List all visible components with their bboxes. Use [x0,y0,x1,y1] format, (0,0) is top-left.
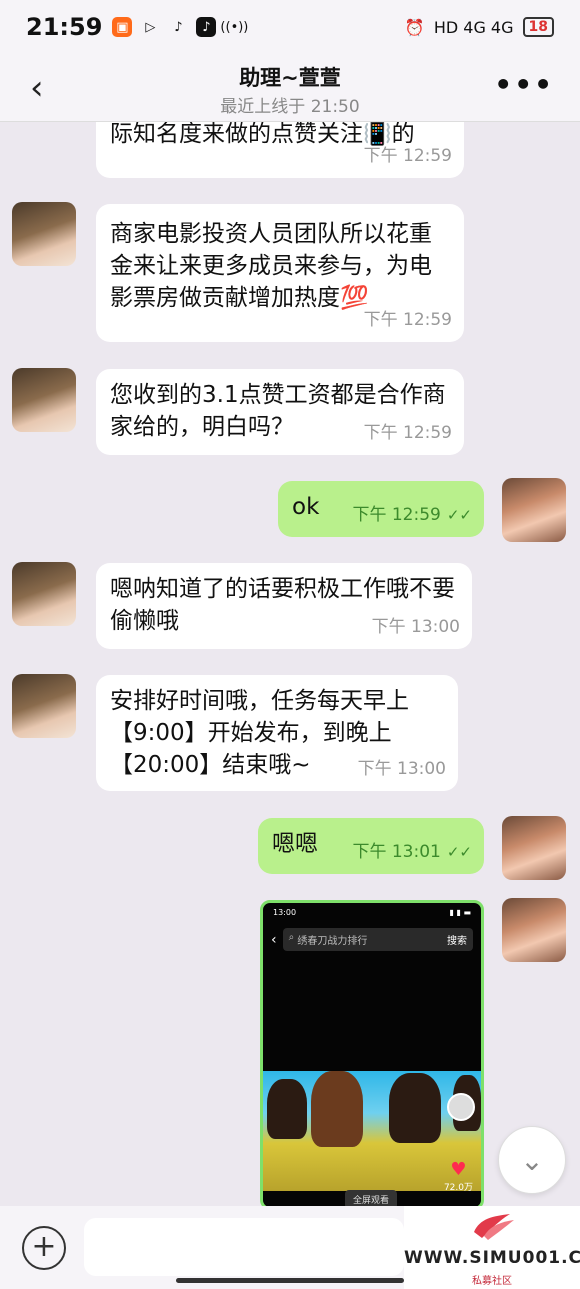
video-status-icons: ▮ ▮ ▬ [449,908,471,917]
search-icon: ⌕ [288,932,298,943]
heart-icon: ♥ [450,1159,467,1180]
status-time: 21:59 [26,13,103,41]
contact-avatar[interactable] [12,674,76,738]
chat-area: 际知名度来做的点赞关注📳的 下午 12:59 商家电影投资人员团队所以花重金来让… [0,0,580,1289]
more-icon[interactable]: ••• [494,68,554,101]
play-app-icon: ▷ [145,19,156,35]
message-input[interactable] [84,1218,404,1276]
message-time: 下午 13:01 ✓✓ [352,836,472,868]
video-search-text: 绣春刀战力排行 [297,936,368,947]
message-time-text: 下午 13:01 [352,842,441,862]
status-bar: 21:59 ▣ ▷ ♪ ♪ ((•)) ⏰ HD 4G 4G 18 [0,0,580,54]
user-avatar[interactable] [502,898,566,962]
contact-avatar[interactable] [12,368,76,432]
plus-icon[interactable]: + [22,1226,66,1270]
contact-avatar[interactable] [12,562,76,626]
tiktok-app-icon: ♪ [196,17,217,37]
horse-shape [389,1073,441,1143]
watermark-name: 私募社区 [472,1276,512,1287]
message-bubble[interactable]: ok 下午 12:59 ✓✓ [278,481,484,537]
message-time-text: 下午 12:59 [352,505,441,525]
message-time: 下午 12:59 [363,310,452,330]
back-icon: ‹ [271,931,277,948]
user-avatar[interactable] [502,478,566,542]
video-search-button: 搜索 [447,936,467,947]
alarm-icon: ⏰ [404,17,425,37]
scroll-down-button[interactable]: ⌄ [498,1126,566,1194]
horse-shape [267,1079,307,1139]
message-text: 嗯嗯 [272,831,318,857]
message-text: 商家电影投资人员团队所以花重金来让来更多成员来参与，为电影票房做贡献增加热度💯 [110,221,432,311]
video-screenshot-message[interactable]: 13:00 ▮ ▮ ▬ ‹ ⌕ 绣春刀战力排行 搜索 ♥ 72.0万 全屏观看 [260,900,484,1210]
video-likes-count: 72.0万 [443,1183,473,1193]
chevron-down-icon: ⌄ [520,1143,544,1177]
shopping-app-icon: ▣ [112,17,133,37]
message-bubble[interactable]: 安排好时间哦，任务每天早上【9:00】开始发布，到晚上【20:00】结束哦~ 下… [96,675,458,791]
message-bubble[interactable]: 商家电影投资人员团队所以花重金来让来更多成员来参与，为电影票房做贡献增加热度💯 … [96,204,464,342]
read-ticks-icon: ✓✓ [446,506,472,524]
message-time: 下午 13:00 [371,617,460,637]
home-indicator [176,1278,404,1283]
music-app-icon: ♪ [174,19,183,35]
last-seen: 最近上线于 21:50 [220,97,360,117]
video-search-row: ‹ ⌕ 绣春刀战力排行 搜索 [271,928,473,951]
video-phone-time: 13:00 [273,908,297,917]
message-bubble[interactable]: 您收到的3.1点赞工资都是合作商家给的，明白吗？ 下午 12:59 [96,369,464,455]
contact-name: 助理~萱萱 [239,66,341,90]
read-ticks-icon: ✓✓ [446,843,472,861]
watermark-logo-icon [474,1214,514,1240]
video-search-box: ⌕ 绣春刀战力排行 搜索 [282,928,473,951]
message-time: 下午 12:59 ✓✓ [352,499,472,531]
message-time: 下午 12:59 [363,423,452,443]
broadcast-icon: ((•)) [220,19,249,35]
message-text: ok [292,494,320,520]
user-avatar[interactable] [502,816,566,880]
message-time: 下午 13:00 [357,759,446,779]
battery-level: 18 [522,17,554,37]
watermark-url: WWW.SIMU001.CN [404,1248,580,1268]
message-bubble[interactable]: 嗯呐知道了的话要积极工作哦不要偷懒哦 下午 13:00 [96,563,472,649]
message-time: 下午 12:59 [363,146,452,166]
watermark: WWW.SIMU001.CN 私募社区 [404,1206,580,1289]
video-likes: ♥ 72.0万 [444,1159,473,1193]
chat-header: ‹ 助理~萱萱 最近上线于 21:50 ••• [0,54,580,122]
message-bubble[interactable]: 嗯嗯 下午 13:01 ✓✓ [258,818,484,874]
network-indicator: HD 4G 4G [433,17,514,37]
status-right: ⏰ HD 4G 4G 18 [405,17,554,37]
status-app-icons: ▣ ▷ ♪ ♪ ((•)) [112,17,249,37]
contact-avatar[interactable] [12,202,76,266]
video-status-bar: 13:00 ▮ ▮ ▬ [263,903,481,922]
horse-shape [311,1071,363,1147]
creator-avatar-icon [447,1093,475,1121]
